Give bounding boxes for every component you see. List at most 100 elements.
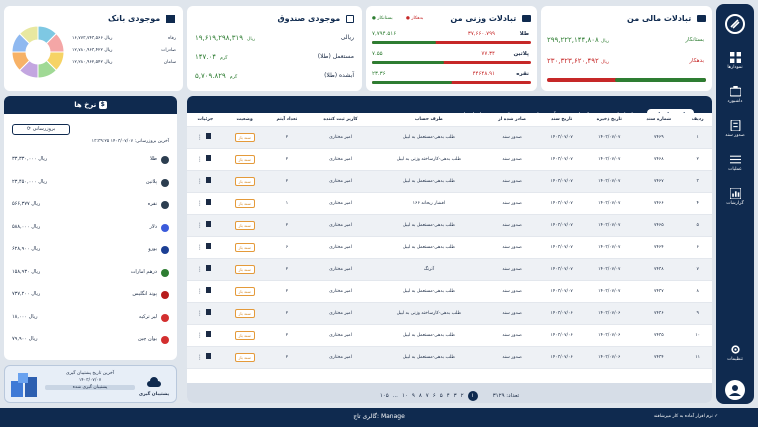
- column-header[interactable]: تعداد آیتم: [265, 113, 309, 127]
- backup-button[interactable]: پشتیبان گیری: [138, 373, 170, 397]
- table-row[interactable]: ۶ ۷۴۶۴ ۱۴۰۳/۰۷/۰۷ ۱۴۰۳/۰۷/۰۷ صدور سند طلب بده…: [187, 236, 712, 259]
- page-button[interactable]: ۱۰: [402, 387, 408, 403]
- page-button[interactable]: ۱: [467, 391, 478, 401]
- server-illustration: [9, 371, 41, 399]
- status-badge: سند باز: [234, 242, 255, 252]
- table-cell: ۱۴۰۳/۰۷/۰۶: [539, 346, 585, 369]
- table-row[interactable]: ۱۰ ۷۴۳۵ ۱۴۰۳/۰۷/۰۶ ۱۴۰۳/۰۷/۰۶ صدور سند طلب بد…: [187, 324, 712, 347]
- page-button[interactable]: ...: [393, 387, 398, 403]
- sidebar-item-settings[interactable]: تنظیمات: [716, 344, 754, 362]
- more-options-icon[interactable]: ⋮: [197, 178, 203, 185]
- table-cell: طلب بدهی-مستعمل به لیبل: [372, 214, 486, 237]
- update-rates-button[interactable]: ⟳ بروزرسانی: [12, 124, 70, 135]
- status-cell: سند باز: [223, 214, 266, 237]
- details-cell: ⋮: [187, 170, 224, 193]
- document-view-icon[interactable]: [205, 265, 211, 271]
- sidebar-item-operations[interactable]: عملیات: [716, 154, 754, 172]
- page-button[interactable]: ۸: [419, 387, 422, 403]
- page-button[interactable]: ۶: [433, 387, 436, 403]
- document-view-icon[interactable]: [205, 331, 211, 337]
- creditor-label: بستانکار: [685, 37, 704, 43]
- column-header[interactable]: طرف حساب: [372, 113, 486, 127]
- sidebar-item-issue-doc[interactable]: صدور سند: [716, 120, 754, 138]
- page-button[interactable]: ۵: [440, 387, 443, 403]
- table-cell: ۱۴۰۳/۰۷/۰۷: [584, 170, 635, 193]
- column-header[interactable]: ردیف: [683, 113, 712, 127]
- fund-row-label: آبشده (طلا): [324, 72, 354, 79]
- more-options-icon[interactable]: ⋮: [197, 134, 203, 141]
- table-cell: امیر مختاری: [308, 302, 373, 325]
- more-options-icon[interactable]: ⋮: [197, 288, 203, 295]
- page-button[interactable]: ۹: [412, 387, 415, 403]
- table-row[interactable]: ۹ ۷۴۳۶ ۱۴۰۳/۰۷/۰۶ ۱۴۰۳/۰۷/۰۶ صدور سند طلب بده…: [187, 302, 712, 325]
- weight-credit: ۲۳.۳۶: [372, 71, 386, 77]
- more-options-icon[interactable]: ⋮: [197, 332, 203, 339]
- column-header[interactable]: تاریخ سند: [539, 113, 585, 127]
- page-button[interactable]: ۲: [461, 387, 464, 403]
- user-icon: [729, 385, 741, 396]
- page-button[interactable]: ۴: [447, 387, 450, 403]
- more-options-icon[interactable]: ⋮: [197, 156, 203, 163]
- table-row[interactable]: ۲ ۷۴۶۸ ۱۴۰۳/۰۷/۰۷ ۱۴۰۳/۰۷/۰۷ صدور سند طلب بده…: [187, 148, 712, 171]
- weight-credit: ۷.۵۵: [372, 51, 383, 57]
- document-view-icon[interactable]: [205, 199, 211, 205]
- more-options-icon[interactable]: ⋮: [197, 222, 203, 229]
- document-icon: [730, 120, 740, 131]
- page-button[interactable]: ۱۰۵: [380, 387, 389, 403]
- table-cell: صدور سند: [485, 302, 540, 325]
- column-header[interactable]: جزئیات: [187, 113, 224, 127]
- document-view-icon[interactable]: [205, 133, 211, 139]
- more-options-icon[interactable]: ⋮: [197, 354, 203, 361]
- table-cell: ۱۴۰۳/۰۷/۰۶: [584, 346, 635, 369]
- document-view-icon[interactable]: [205, 353, 211, 359]
- status-badge: سند باز: [234, 220, 255, 230]
- financial-balance-bar: [547, 78, 706, 82]
- more-options-icon[interactable]: ⋮: [197, 244, 203, 251]
- page-button[interactable]: ۳: [454, 387, 457, 403]
- rate-name: دلار: [149, 223, 158, 230]
- document-view-icon[interactable]: [205, 287, 211, 293]
- table-cell: امیر مختاری: [308, 126, 373, 149]
- column-header[interactable]: شماره سند: [634, 113, 684, 127]
- fund-row-value: ۱۹,۶۱۹,۲۹۸,۳۱۹ ریال: [195, 34, 256, 42]
- table-row[interactable]: ۵ ۷۴۶۵ ۱۴۰۳/۰۷/۰۷ ۱۴۰۳/۰۷/۰۷ صدور سند طلب بده…: [187, 214, 712, 237]
- column-header[interactable]: تاریخ ذخیره: [584, 113, 635, 127]
- weight-bar: [372, 61, 531, 64]
- table-row[interactable]: ۱ ۷۴۶۹ ۱۴۰۳/۰۷/۰۷ ۱۴۰۳/۰۷/۰۷ صدور سند طلب بده…: [187, 126, 712, 149]
- page-button[interactable]: ۷: [426, 387, 429, 403]
- details-cell: ⋮: [187, 126, 224, 149]
- rate-name: درهم امارات: [130, 268, 157, 275]
- more-options-icon[interactable]: ⋮: [197, 200, 203, 207]
- sidebar-item-reports[interactable]: گزارشات: [716, 188, 754, 206]
- table-row[interactable]: ۸ ۷۴۳۷ ۱۴۰۳/۰۷/۰۷ ۱۴۰۳/۰۷/۰۷ صدور سند طلب بده…: [187, 280, 712, 303]
- table-row[interactable]: ۳ ۷۴۶۷ ۱۴۰۳/۰۷/۰۷ ۱۴۰۳/۰۷/۰۷ صدور سند طلب بده…: [187, 170, 712, 193]
- more-options-icon[interactable]: ⋮: [197, 266, 203, 273]
- more-options-icon[interactable]: ⋮: [197, 310, 203, 317]
- bank-title: موجودی بانک: [108, 14, 175, 23]
- status-badge: سند باز: [234, 176, 255, 186]
- table-row[interactable]: ۷ ۷۴۳۸ ۱۴۰۳/۰۷/۰۷ ۱۴۰۳/۰۷/۰۷ صدور سند آترنگ ام…: [187, 258, 712, 281]
- document-view-icon[interactable]: [205, 155, 211, 161]
- document-view-icon[interactable]: [205, 177, 211, 183]
- bank-row: ریال ۱۶,۷۷۳,۷۴۳,۵۶۶ رفاه: [72, 36, 176, 41]
- details-cell: ⋮: [187, 214, 224, 237]
- document-view-icon[interactable]: [205, 309, 211, 315]
- column-header[interactable]: وضعیت: [223, 113, 266, 127]
- sidebar-item-charts[interactable]: نمودارها: [716, 52, 754, 70]
- document-view-icon[interactable]: [205, 221, 211, 227]
- table-cell: ۷۴۶۷: [634, 170, 684, 193]
- column-header[interactable]: کاربر ثبت کننده: [308, 113, 373, 127]
- table-row[interactable]: ۴ ۷۴۶۶ ۱۴۰۳/۰۷/۰۷ ۱۴۰۳/۰۷/۰۷ صدور سند افشار ر…: [187, 192, 712, 215]
- table-cell: امیر مختاری: [308, 324, 373, 347]
- column-header[interactable]: صادر شده از: [485, 113, 540, 127]
- sidebar-item-dashboard[interactable]: داشبورد: [716, 86, 754, 104]
- metal-name: طلا: [519, 31, 529, 37]
- table-row[interactable]: ۱۱ ۷۴۳۴ ۱۴۰۳/۰۷/۰۶ ۱۴۰۳/۰۷/۰۶ صدور سند طلب بد…: [187, 346, 712, 369]
- rate-row: یورو ریال ۶۲۸,۹۰۰: [12, 244, 169, 258]
- status-cell: سند باز: [223, 236, 266, 259]
- user-avatar-button[interactable]: [725, 380, 745, 400]
- rate-value: ریال ۷۳۷,۲۰۰: [12, 291, 41, 297]
- document-view-icon[interactable]: [205, 243, 211, 249]
- table-cell: ۱۰: [683, 324, 712, 347]
- status-badge: سند باز: [234, 330, 255, 340]
